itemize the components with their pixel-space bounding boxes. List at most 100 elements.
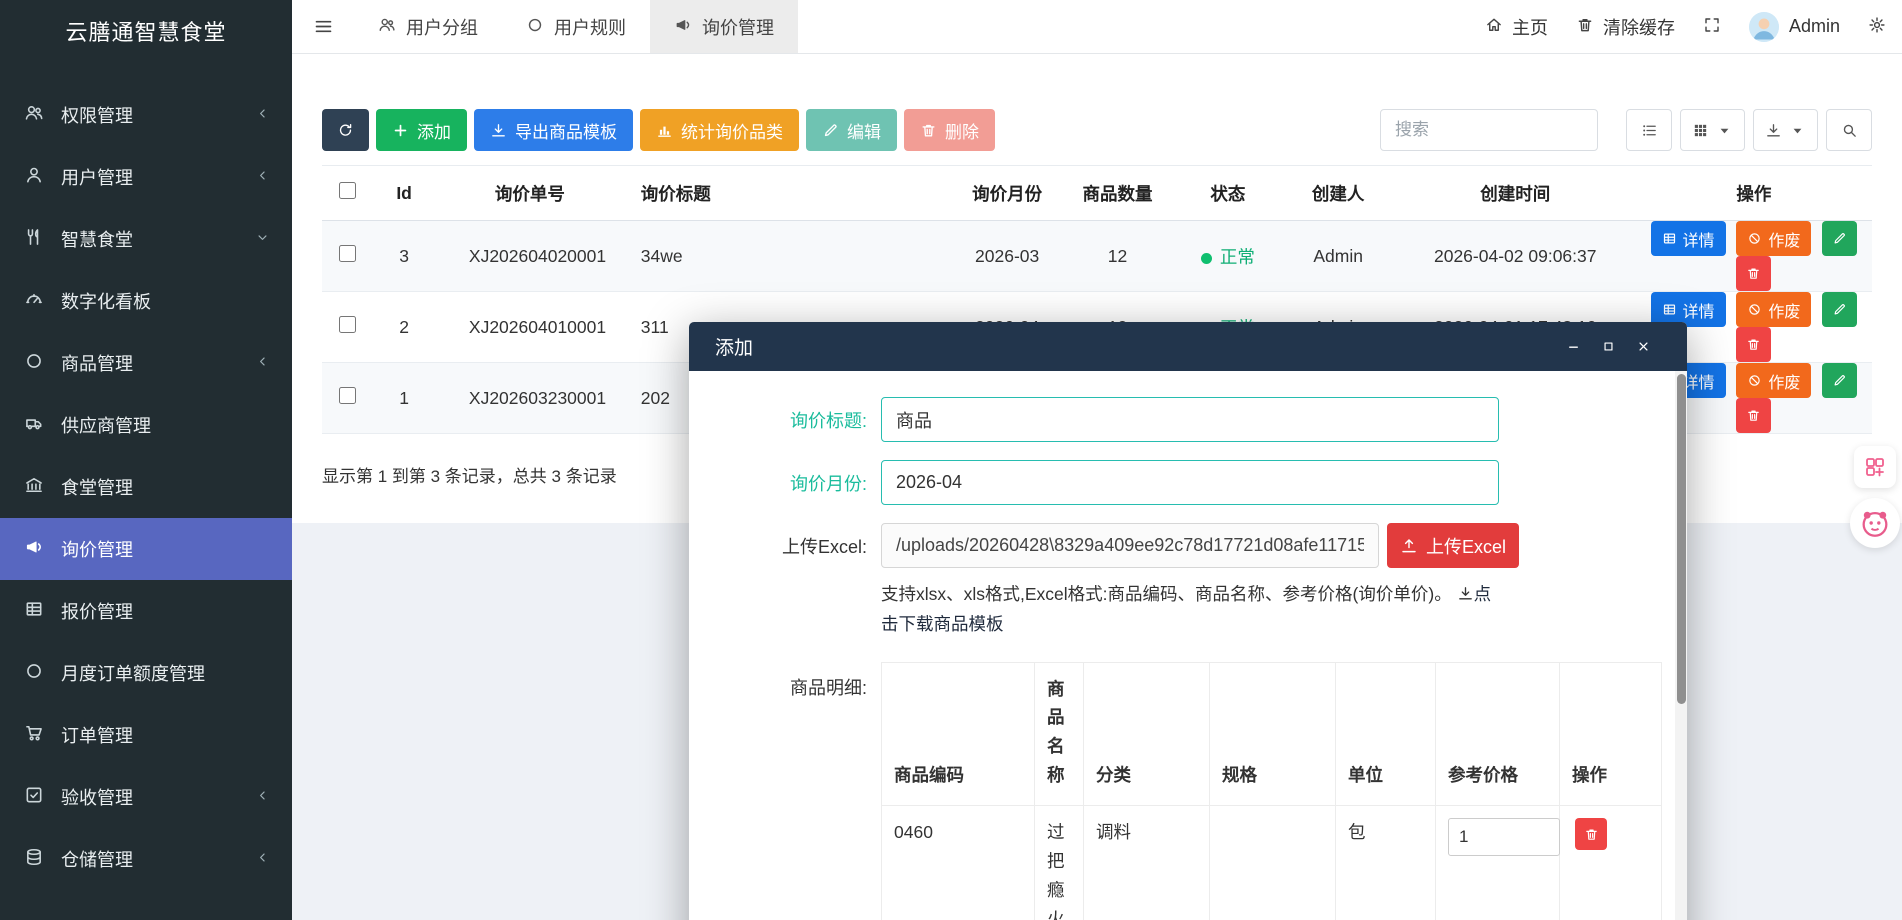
row-checkbox[interactable]	[339, 245, 356, 262]
sidebar-item-warehouse[interactable]: 仓储管理	[0, 828, 292, 890]
sidebar-item-digital-dashboard[interactable]: 数字化看板	[0, 270, 292, 332]
tab-user-groups[interactable]: 用户分组	[354, 0, 502, 53]
header-creator: 创建人	[1282, 166, 1395, 221]
maximize-button[interactable]	[1592, 331, 1624, 363]
columns-dropdown-button[interactable]	[1680, 109, 1745, 151]
close-button[interactable]	[1627, 331, 1659, 363]
inquiry-title-input[interactable]	[881, 397, 1499, 442]
excel-path-input[interactable]	[881, 523, 1379, 568]
database-icon	[22, 847, 46, 871]
sidebar-item-permissions[interactable]: 权限管理	[0, 84, 292, 146]
tab-user-rules[interactable]: 用户规则	[502, 0, 650, 53]
void-button[interactable]: 作废	[1736, 292, 1811, 327]
price-input[interactable]	[1448, 818, 1560, 856]
modal-header[interactable]: 添加	[689, 322, 1687, 371]
plus-icon	[392, 122, 409, 139]
detail-header-code: 商品编码	[882, 662, 1035, 806]
settings-button[interactable]	[1868, 16, 1886, 37]
menu-toggle-button[interactable]	[292, 0, 354, 53]
detail-cell-name: 过把瘾火锅底	[1035, 806, 1084, 920]
sidebar-item-smart-canteen[interactable]: 智慧食堂	[0, 208, 292, 270]
tab-inquiry[interactable]: 询价管理	[650, 0, 798, 53]
topbar: 用户分组 用户规则 询价管理 主页 清除缓存	[292, 0, 1902, 54]
floating-miniapp-widget[interactable]	[1854, 446, 1896, 488]
pencil-icon	[822, 122, 839, 139]
chevron-left-icon	[255, 788, 270, 805]
sidebar-item-acceptance[interactable]: 验收管理	[0, 766, 292, 828]
edit-row-button[interactable]	[1822, 363, 1857, 398]
cell-id: 3	[373, 221, 435, 292]
sidebar-item-quotation[interactable]: 报价管理	[0, 580, 292, 642]
caret-down-icon	[1716, 122, 1733, 139]
delete-row-button[interactable]	[1736, 327, 1771, 362]
chevron-left-icon	[255, 354, 270, 371]
table-icon	[1662, 302, 1677, 317]
sidebar-item-monthly-quota[interactable]: 月度订单额度管理	[0, 642, 292, 704]
header-order-no: 询价单号	[435, 166, 625, 221]
sidebar-item-label: 商品管理	[61, 350, 133, 376]
delete-button-toolbar[interactable]: 删除	[904, 109, 995, 151]
header-actions: 操作	[1636, 166, 1872, 221]
grid-icon	[1692, 122, 1709, 139]
void-button[interactable]: 作废	[1736, 363, 1811, 398]
modal-scrollbar-thumb[interactable]	[1677, 374, 1686, 704]
table-header-row: Id 询价单号 询价标题 询价月份 商品数量 状态 创建人 创建时间 操作	[322, 166, 1872, 221]
void-button[interactable]: 作废	[1736, 221, 1811, 256]
sidebar-item-label: 订单管理	[61, 722, 133, 748]
edit-button-toolbar[interactable]: 编辑	[806, 109, 897, 151]
trash-icon	[1746, 337, 1761, 352]
user-menu[interactable]: Admin	[1749, 12, 1840, 42]
delete-row-button[interactable]	[1736, 398, 1771, 433]
floating-mascot-widget[interactable]	[1850, 498, 1900, 548]
home-icon	[1485, 16, 1503, 37]
refresh-button[interactable]	[322, 109, 369, 151]
detail-cell-category: 调料	[1084, 806, 1210, 920]
trash-icon	[1576, 16, 1594, 37]
clear-cache-link[interactable]: 清除缓存	[1576, 14, 1675, 40]
export-template-button[interactable]: 导出商品模板	[474, 109, 633, 151]
edit-row-button[interactable]	[1822, 292, 1857, 327]
sidebar-item-users[interactable]: 用户管理	[0, 146, 292, 208]
sidebar-item-label: 报价管理	[61, 598, 133, 624]
detail-cell-code: 0460	[882, 806, 1035, 920]
edit-row-button[interactable]	[1822, 221, 1857, 256]
inquiry-month-input[interactable]	[881, 460, 1499, 505]
row-checkbox[interactable]	[339, 387, 356, 404]
cell-id: 2	[373, 292, 435, 363]
sidebar-item-canteens[interactable]: 食堂管理	[0, 456, 292, 518]
search-input[interactable]	[1380, 109, 1598, 151]
detail-header-unit: 单位	[1336, 662, 1436, 806]
home-link[interactable]: 主页	[1485, 14, 1548, 40]
utensils-icon	[22, 227, 46, 251]
select-all-checkbox[interactable]	[339, 182, 356, 199]
cart-icon	[22, 723, 46, 747]
export-dropdown-button[interactable]	[1753, 109, 1818, 151]
delete-row-button[interactable]	[1736, 256, 1771, 291]
window-buttons	[1557, 331, 1659, 363]
detail-button[interactable]: 详情	[1651, 221, 1726, 256]
sidebar-item-orders[interactable]: 订单管理	[0, 704, 292, 766]
detail-header-category: 分类	[1084, 662, 1210, 806]
fullscreen-button[interactable]	[1703, 16, 1721, 37]
sidebar-item-inquiry[interactable]: 询价管理	[0, 518, 292, 580]
avatar	[1749, 12, 1779, 42]
circle-icon	[22, 351, 46, 375]
row-checkbox[interactable]	[339, 316, 356, 333]
minimize-button[interactable]	[1557, 331, 1589, 363]
sidebar-item-products[interactable]: 商品管理	[0, 332, 292, 394]
maximize-icon	[1601, 339, 1616, 354]
chevron-left-icon	[255, 850, 270, 867]
toggle-view-button[interactable]	[1626, 109, 1672, 151]
sidebar-item-suppliers[interactable]: 供应商管理	[0, 394, 292, 456]
tab-label: 用户分组	[406, 14, 478, 40]
add-button[interactable]: 添加	[376, 109, 467, 151]
stats-button[interactable]: 统计询价品类	[640, 109, 799, 151]
detail-header-actions: 操作	[1560, 662, 1662, 806]
search-button[interactable]	[1826, 109, 1872, 151]
download-icon	[1457, 585, 1474, 602]
upload-excel-button[interactable]: 上传Excel	[1387, 523, 1519, 568]
delete-detail-row-button[interactable]	[1575, 818, 1607, 850]
bank-icon	[22, 475, 46, 499]
pencil-icon	[1832, 373, 1847, 388]
topbar-right: 主页 清除缓存 Admin	[1485, 0, 1902, 53]
